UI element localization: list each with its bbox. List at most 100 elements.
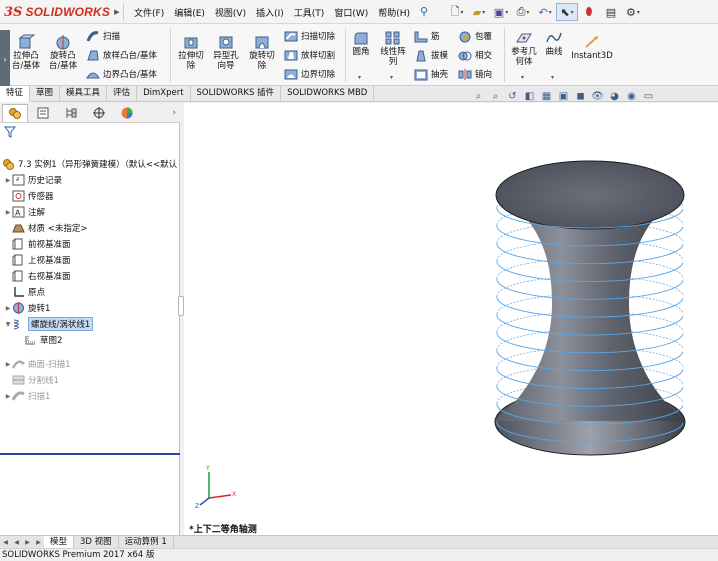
curves-button[interactable]: 曲线	[541, 30, 567, 57]
expand-arrow-icon[interactable]: ▶	[4, 177, 12, 184]
tab-dimxpert[interactable]: DimXpert	[137, 86, 191, 102]
display-manager-tab[interactable]	[114, 104, 140, 122]
tree-item-sweep1[interactable]: ▶ 扫描1	[4, 388, 50, 404]
tree-item-split-line1[interactable]: 分割线1	[4, 372, 59, 388]
previous-view-icon[interactable]: ↺	[504, 91, 521, 102]
lofted-cut-button[interactable]: 放样切割	[284, 47, 335, 63]
tab-features[interactable]: 特征	[0, 86, 31, 102]
boundary-cut-button[interactable]: 边界切除	[284, 66, 335, 82]
save-button[interactable]: ▣ ▾	[490, 3, 512, 21]
tree-item-annotations[interactable]: ▶ A 注解	[4, 204, 45, 220]
fillet-button[interactable]: 圆角	[348, 30, 374, 57]
tree-item-surface-sweep1[interactable]: ▶ 曲面-扫描1	[4, 356, 71, 372]
graphics-area[interactable]: Y X Z	[184, 103, 718, 535]
hole-wizard-button[interactable]: 异型孔 向导	[208, 34, 244, 71]
loft-boss-button[interactable]: 放样凸台/基体	[86, 47, 157, 63]
edit-appearance-icon[interactable]: ◕	[606, 91, 623, 102]
zoom-to-fit-icon[interactable]: ⌕	[470, 91, 487, 102]
tab-sketch[interactable]: 草图	[30, 86, 61, 102]
tree-item-origin[interactable]: 原点	[4, 284, 45, 300]
section-view-icon[interactable]: ◧	[521, 91, 538, 102]
instant3d-button[interactable]: Instant3D	[570, 34, 614, 61]
wrap-button[interactable]: 包覆	[458, 28, 492, 44]
logo-arrow-icon[interactable]: ▶	[114, 8, 119, 16]
view-settings-icon[interactable]: ▭	[640, 91, 657, 102]
view-orientation-icon[interactable]: ▣	[555, 91, 572, 102]
pin-icon[interactable]: ⚲	[420, 5, 428, 18]
feature-manager-tab[interactable]	[2, 103, 28, 122]
expand-arrow-icon[interactable]: ▶	[4, 393, 12, 400]
print-button[interactable]: ⎙ ▾	[512, 3, 534, 21]
tab-motion-study[interactable]: 运动算例 1	[119, 535, 174, 549]
open-button[interactable]: ▰ ▾	[468, 3, 490, 21]
mirror-button[interactable]: 镜向	[458, 66, 492, 82]
tab-addins[interactable]: SOLIDWORKS 插件	[191, 86, 282, 102]
tree-item-front-plane[interactable]: 前视基准面	[4, 236, 71, 252]
tab-model[interactable]: 模型	[44, 535, 75, 549]
hide-show-icon[interactable]: 👁	[589, 91, 606, 102]
filter-icon[interactable]	[4, 126, 16, 138]
draft-button[interactable]: 拔模	[414, 47, 448, 63]
linear-pattern-button[interactable]: 线性阵 列	[376, 30, 410, 67]
tab-mold-tools[interactable]: 模具工具	[60, 86, 108, 102]
extrude-cut-button[interactable]: 拉伸切 除	[174, 34, 208, 71]
menu-help[interactable]: 帮助(H)	[378, 6, 410, 19]
tab-3d-views[interactable]: 3D 视图	[74, 535, 119, 549]
tree-item-helix1[interactable]: ▼ 螺旋线/涡状线1	[4, 316, 94, 332]
options-button[interactable]: ⚙ ▾	[622, 3, 644, 21]
expand-arrow-icon[interactable]: ▶	[4, 209, 12, 216]
ribbon-collapse-arrow-icon[interactable]: ›	[0, 30, 10, 88]
last-tab-icon[interactable]: ▶	[33, 537, 44, 548]
zoom-area-icon[interactable]: ⌕	[487, 91, 504, 102]
expand-arrow-icon[interactable]: ▶	[4, 361, 12, 368]
next-tab-icon[interactable]: ▶	[22, 537, 33, 548]
select-button[interactable]: ⬉ ▾	[556, 3, 578, 21]
rebuild-button[interactable]: ⬮	[578, 3, 600, 21]
menu-edit[interactable]: 编辑(E)	[174, 6, 205, 19]
revolve-cut-button[interactable]: 旋转切 除	[244, 34, 280, 71]
undo-button[interactable]: ↶ ▾	[534, 3, 556, 21]
tab-evaluate[interactable]: 评估	[107, 86, 138, 102]
menu-file[interactable]: 文件(F)	[134, 6, 164, 19]
intersect-button[interactable]: 相交	[458, 47, 492, 63]
property-manager-tab[interactable]	[30, 104, 56, 122]
tree-item-history[interactable]: ▶ 历史记录	[4, 172, 62, 188]
extrude-boss-button[interactable]: 拉伸凸 台/基体	[8, 34, 44, 71]
new-button[interactable]: 🗋 ▾	[446, 3, 468, 21]
pattern-dropdown-icon[interactable]: ▾	[390, 74, 393, 81]
first-tab-icon[interactable]: ◀	[0, 537, 11, 548]
apply-scene-icon[interactable]: ◉	[623, 91, 640, 102]
tree-item-revolve1[interactable]: ▶ 旋转1	[4, 300, 50, 316]
tree-item-material[interactable]: 材质 <未指定>	[4, 220, 87, 236]
menu-tools[interactable]: 工具(T)	[294, 6, 325, 19]
tab-mbd[interactable]: SOLIDWORKS MBD	[281, 86, 375, 102]
ref-geometry-dropdown-icon[interactable]: ▾	[521, 74, 524, 81]
boundary-boss-button[interactable]: 边界凸台/基体	[86, 66, 157, 82]
menu-view[interactable]: 视图(V)	[215, 6, 246, 19]
dynamic-annotation-icon[interactable]: ▦	[538, 91, 555, 102]
sweep-button[interactable]: 扫描	[86, 28, 120, 44]
reference-geometry-button[interactable]: 参考几 何体	[507, 30, 541, 67]
menu-insert[interactable]: 插入(I)	[256, 6, 284, 19]
file-properties-button[interactable]: ▤	[600, 3, 622, 21]
expand-arrow-icon[interactable]: ▶	[4, 305, 12, 312]
shell-button[interactable]: 抽壳	[414, 66, 448, 82]
tree-item-sketch2[interactable]: 草图2	[24, 332, 62, 348]
swept-cut-button[interactable]: 扫描切除	[284, 28, 335, 44]
fillet-dropdown-icon[interactable]: ▾	[358, 74, 361, 81]
tree-item-sensors[interactable]: 传感器	[4, 188, 54, 204]
tree-root[interactable]: 7.3 实例1（异形弹簧建模）（默认<<默认	[2, 156, 177, 172]
menu-window[interactable]: 窗口(W)	[334, 6, 368, 19]
revolve-boss-button[interactable]: 旋转凸 台/基体	[44, 34, 82, 71]
configuration-manager-tab[interactable]	[58, 104, 84, 122]
collapse-arrow-icon[interactable]: ▼	[4, 321, 12, 328]
panel-more-icon[interactable]: ›	[172, 108, 176, 118]
rollback-bar[interactable]	[0, 453, 180, 455]
tree-item-right-plane[interactable]: 右视基准面	[4, 268, 71, 284]
display-style-icon[interactable]: ◼	[572, 91, 589, 102]
dimxpert-manager-tab[interactable]	[86, 104, 112, 122]
solidworks-logo[interactable]: 3S SOLIDWORKS ▶	[4, 2, 120, 22]
hyperboloid-body[interactable]	[494, 160, 686, 456]
prev-tab-icon[interactable]: ◀	[11, 537, 22, 548]
curves-dropdown-icon[interactable]: ▾	[551, 74, 554, 81]
